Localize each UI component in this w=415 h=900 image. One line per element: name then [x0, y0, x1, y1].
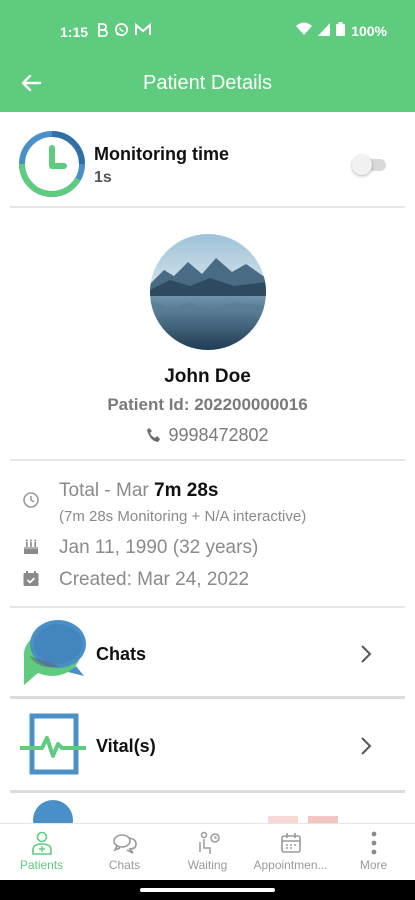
chevron-right-icon: [356, 736, 376, 756]
page-title: Patient Details: [143, 72, 272, 94]
whatsapp-icon: [114, 22, 129, 40]
gmail-icon: [135, 22, 151, 39]
nav-more[interactable]: More: [332, 830, 415, 872]
signal-icon: [318, 22, 331, 39]
divider: [10, 790, 405, 793]
chats-icon: [18, 616, 88, 690]
divider: [10, 206, 405, 208]
nav-chats-label: Chats: [108, 858, 141, 872]
calendar-check-icon: [22, 570, 40, 588]
home-indicator[interactable]: [140, 888, 275, 892]
nav-patients-label: Patients: [19, 858, 64, 872]
patient-phone[interactable]: 9998472802: [0, 425, 415, 446]
clock-icon: [22, 491, 40, 509]
total-prefix: Total - Mar: [59, 480, 155, 501]
chat-bubbles-icon: [112, 830, 138, 856]
vitals-label: Vital(s): [96, 736, 156, 756]
divider: [10, 696, 405, 699]
status-time: 1:15: [60, 24, 89, 40]
battery-icon: [336, 22, 346, 39]
birthday-cake-icon: [22, 538, 40, 556]
monitoring-toggle[interactable]: [352, 155, 386, 175]
nav-waiting[interactable]: Waiting: [166, 830, 249, 872]
phone-number: 9998472802: [168, 425, 269, 445]
nav-patients[interactable]: Patients: [0, 830, 83, 872]
divider: [10, 459, 405, 461]
monitoring-clock-icon: [18, 130, 86, 198]
monitoring-time-label: Monitoring time: [94, 144, 229, 164]
total-time-text: Total - Mar 7m 28s: [59, 480, 218, 502]
b-icon: [96, 22, 108, 40]
chats-row[interactable]: Chats: [0, 612, 415, 696]
bottom-navigation: Patients Chats Waiting Appointmen... Mor…: [0, 823, 415, 880]
status-bar: 1:15 100%: [0, 0, 415, 58]
next-row-icon: [33, 800, 73, 823]
chats-label: Chats: [96, 644, 147, 664]
nav-more-label: More: [359, 858, 388, 872]
gesture-navigation-bar: [0, 880, 415, 900]
nav-waiting-label: Waiting: [187, 858, 228, 872]
patient-id: Patient Id: 202200000016: [107, 395, 308, 414]
app-bar: Patient Details: [0, 58, 415, 112]
more-vertical-icon: [361, 830, 387, 856]
toggle-knob: [352, 155, 372, 175]
chevron-right-icon: [356, 644, 376, 664]
battery-percent: 100%: [351, 22, 387, 39]
waiting-room-icon: [195, 830, 221, 856]
phone-icon: [146, 427, 162, 443]
wifi-icon: [296, 22, 313, 39]
nav-appointments[interactable]: Appointmen...: [249, 830, 332, 872]
vitals-monitor-icon: [18, 704, 88, 778]
total-value: 7m 28s: [154, 480, 219, 501]
patient-name: John Doe: [164, 366, 251, 387]
patient-profile: John Doe Patient Id: 202200000016 999847…: [0, 218, 415, 458]
monitoring-time-value: 1s: [94, 169, 112, 186]
patient-icon: [29, 830, 55, 856]
dob-text: Jan 11, 1990 (32 years): [59, 537, 259, 558]
next-row-badge: [268, 816, 298, 823]
total-time-detail: (7m 28s Monitoring + N/A interactive): [59, 508, 307, 525]
nav-appointments-label: Appointmen...: [253, 858, 328, 872]
avatar[interactable]: [150, 234, 266, 350]
divider: [10, 606, 405, 608]
created-text: Created: Mar 24, 2022: [59, 569, 250, 590]
vitals-row[interactable]: Vital(s): [0, 700, 415, 784]
calendar-icon: [278, 830, 304, 856]
nav-chats[interactable]: Chats: [83, 830, 166, 872]
next-row-badge: [308, 816, 338, 823]
